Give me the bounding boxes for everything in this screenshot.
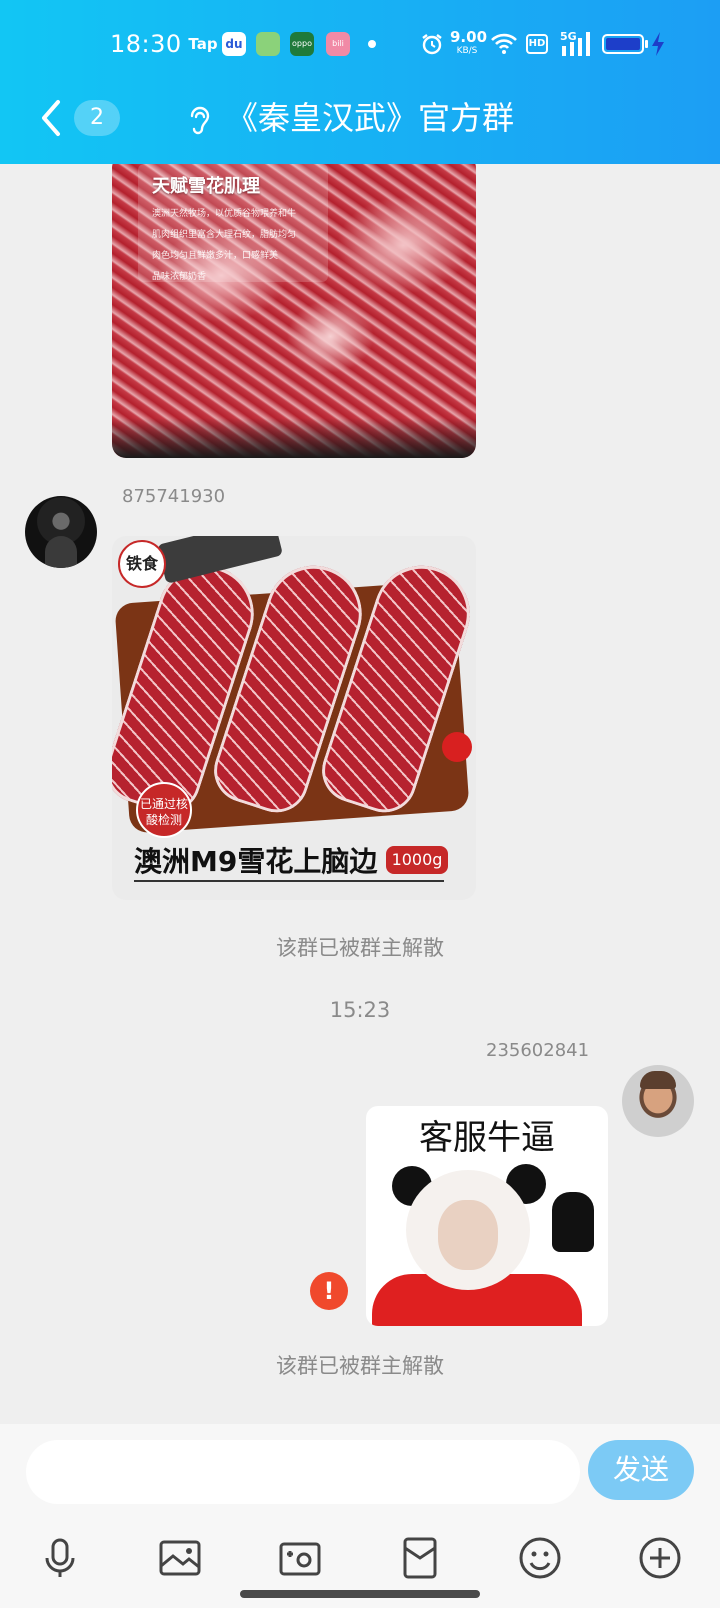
oppo-app-icon: oppo (290, 32, 314, 56)
brand-logo: 铁食 (118, 540, 166, 588)
image-overlay-text: 天赋雪花肌理 澳洲天然牧场，以优质谷物喂养和牛 肌肉组织里富含大理石纹，脂肪均匀… (138, 164, 328, 282)
send-button[interactable]: 发送 (588, 1440, 694, 1500)
input-area: 发送 (0, 1424, 720, 1608)
signal-5g-label: 5G (560, 30, 577, 43)
nucleic-test-badge: 已通过核酸检测 (136, 782, 192, 838)
tomato (442, 732, 472, 762)
plus-icon[interactable] (636, 1534, 684, 1582)
sticker-message[interactable]: 客服牛逼 (366, 1106, 608, 1326)
sticker-caption: 客服牛逼 (419, 1118, 555, 1158)
ring-app-icon (256, 32, 280, 56)
panda-fist (552, 1192, 594, 1252)
home-indicator[interactable] (240, 1590, 480, 1598)
sender-avatar[interactable] (25, 496, 97, 568)
tap-app-icon: Tap (188, 35, 218, 53)
alarm-icon (422, 34, 442, 55)
system-note-dissolved: 该群已被群主解散 (276, 1354, 444, 1378)
chat-message-list[interactable]: 天赋雪花肌理 澳洲天然牧场，以优质谷物喂养和牛 肌肉组织里富含大理石纹，脂肪均匀… (0, 164, 720, 1424)
network-speed-value: 9.00 (450, 28, 488, 46)
battery-icon (602, 34, 648, 54)
network-speed-unit: KB/S (456, 46, 478, 56)
wifi-icon (491, 33, 517, 54)
bilibili-app-icon: bili (326, 32, 350, 56)
gallery-icon[interactable] (156, 1534, 204, 1582)
red-packet-icon[interactable] (396, 1534, 444, 1582)
signal-5g-icon: 5G (560, 30, 590, 56)
overlay-line: 肉色均匀且鲜嫩多汁，口感鲜美 (152, 251, 279, 261)
battery-fill (606, 38, 640, 50)
image-message-wagyu-texture[interactable]: 天赋雪花肌理 澳洲天然牧场，以优质谷物喂养和牛 肌肉组织里富含大理石纹，脂肪均匀… (112, 164, 476, 458)
status-bar: 18:30 Tap du oppo bili 9.00 KB/S HD 5G (0, 26, 720, 66)
product-title: 澳洲M9雪花上脑边 (134, 845, 378, 878)
message-timestamp: 15:23 (329, 998, 391, 1022)
weight-tag: 1000g (386, 846, 448, 874)
send-failed-icon[interactable]: ! (310, 1272, 348, 1310)
unread-count-badge[interactable]: 2 (74, 100, 120, 136)
overlay-line: 澳洲天然牧场，以优质谷物喂养和牛 (152, 209, 297, 219)
microphone-icon[interactable] (36, 1534, 84, 1582)
charging-bolt-icon (652, 32, 664, 56)
panda-face (438, 1200, 498, 1270)
product-title-underline (134, 880, 444, 882)
emoji-icon[interactable] (516, 1534, 564, 1582)
hd-voice-icon: HD (526, 34, 548, 54)
camera-icon[interactable] (276, 1534, 324, 1582)
status-time: 18:30 (110, 30, 182, 58)
ear-icon[interactable] (186, 104, 212, 138)
image-shadow (112, 418, 476, 458)
self-avatar[interactable] (622, 1065, 694, 1137)
chat-title[interactable]: 《秦皇汉武》官方群 (226, 96, 514, 140)
baidu-app-icon: du (222, 32, 246, 56)
overlay-title: 天赋雪花肌理 (152, 176, 260, 197)
sender-name[interactable]: 235602841 (486, 1040, 589, 1061)
network-speed: 9.00 KB/S (450, 28, 488, 57)
sender-name[interactable]: 875741930 (122, 486, 225, 507)
chat-header: 18:30 Tap du oppo bili 9.00 KB/S HD 5G 2… (0, 0, 720, 164)
image-message-product[interactable]: 铁食 已通过核酸检测 澳洲M9雪花上脑边 1000g (112, 536, 476, 900)
overlay-line: 品味浓郁奶香 (152, 272, 207, 282)
more-notifications-dot-icon (368, 40, 376, 48)
back-button[interactable] (36, 96, 66, 140)
message-input[interactable] (26, 1440, 580, 1504)
system-note-dissolved: 该群已被群主解散 (276, 936, 444, 960)
overlay-line: 肌肉组织里富含大理石纹，脂肪均匀 (152, 230, 297, 240)
